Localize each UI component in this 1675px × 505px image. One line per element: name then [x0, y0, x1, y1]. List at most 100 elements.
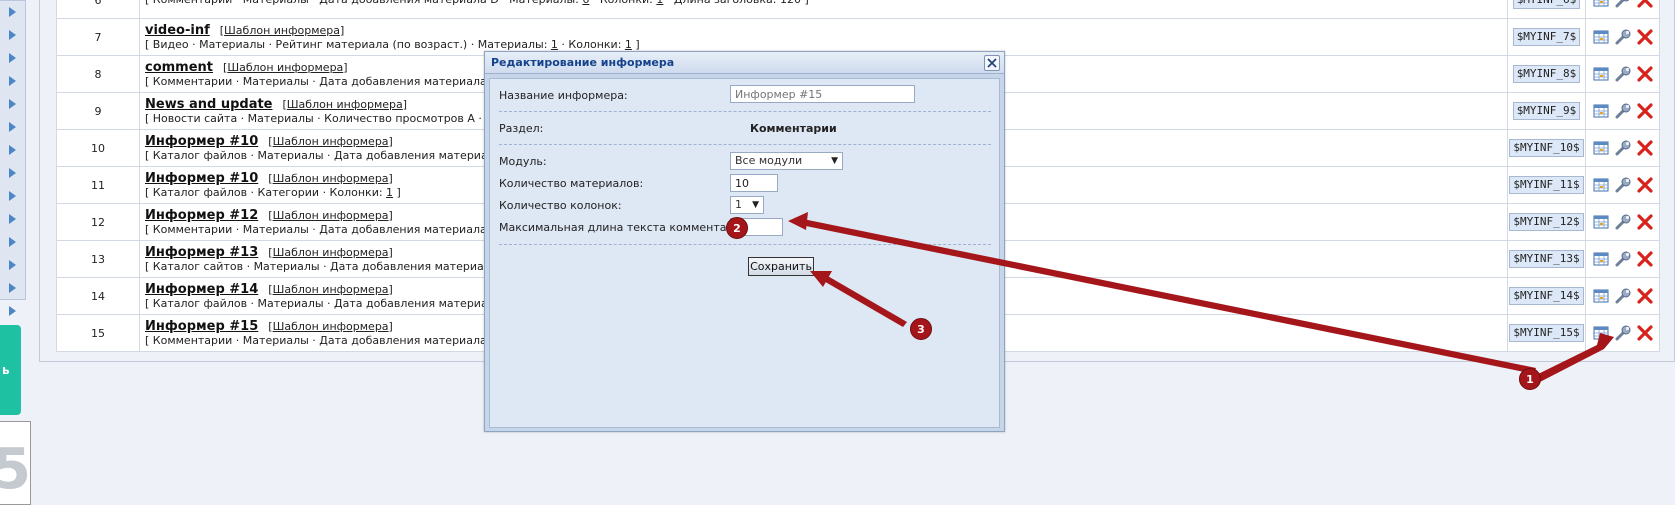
row-description-link[interactable]: 1	[625, 38, 632, 51]
table-icon[interactable]	[1592, 176, 1610, 194]
informer-code[interactable]: $MYINF_14$	[1509, 287, 1584, 305]
row-number: 11	[56, 166, 140, 204]
arrow-right-icon[interactable]	[9, 122, 16, 132]
arrow-right-icon[interactable]	[9, 76, 16, 86]
row-number: 15	[56, 314, 140, 352]
edit-informer-dialog: Редактирование информера Название информ…	[484, 51, 1005, 432]
template-link[interactable]: Шаблон информера	[273, 172, 389, 185]
arrow-right-icon[interactable]	[9, 99, 16, 109]
template-link[interactable]: Шаблон информера	[273, 283, 389, 296]
close-button[interactable]	[984, 55, 1000, 71]
row-number: 8	[56, 55, 140, 93]
informer-title-link[interactable]: video-inf	[145, 23, 210, 38]
table-icon[interactable]	[1592, 0, 1610, 9]
informer-title-link[interactable]: Информер #10	[145, 171, 258, 186]
row-actions	[1585, 92, 1660, 130]
arrow-right-icon[interactable]	[9, 306, 16, 316]
informer-title-link[interactable]: News and update	[145, 97, 273, 112]
informer-code[interactable]: $MYINF_15$	[1509, 324, 1584, 342]
row-description: [ Видео · Материалы · Рейтинг материала …	[145, 38, 1507, 52]
delete-icon[interactable]	[1636, 65, 1654, 83]
annotation-badge-1: 1	[1519, 368, 1541, 390]
template-link[interactable]: Шаблон информера	[273, 246, 389, 259]
informer-name-input[interactable]	[730, 85, 915, 103]
row-actions	[1585, 203, 1660, 241]
template-link[interactable]: Шаблон информера	[287, 98, 403, 111]
wrench-icon[interactable]	[1614, 213, 1632, 231]
module-label: Модуль:	[499, 155, 547, 168]
wrench-icon[interactable]	[1614, 250, 1632, 268]
informer-code[interactable]: $MYINF_8$	[1512, 65, 1581, 83]
table-icon[interactable]	[1592, 250, 1610, 268]
arrow-right-icon[interactable]	[9, 30, 16, 40]
row-description-text: [ Комментарии · Материалы · Дата добавле…	[145, 74, 539, 88]
annotation-badge-3: 3	[910, 318, 932, 340]
arrow-right-icon[interactable]	[9, 283, 16, 293]
row-actions	[1585, 277, 1660, 315]
arrow-right-icon[interactable]	[9, 53, 16, 63]
informer-title-link[interactable]: Информер #10	[145, 134, 258, 149]
wrench-icon[interactable]	[1614, 324, 1632, 342]
section-value: Комментарии	[750, 122, 837, 135]
table-icon[interactable]	[1592, 213, 1610, 231]
delete-icon[interactable]	[1636, 176, 1654, 194]
informer-code[interactable]: $MYINF_9$	[1512, 102, 1581, 120]
table-icon[interactable]	[1592, 65, 1610, 83]
delete-icon[interactable]	[1636, 250, 1654, 268]
wrench-icon[interactable]	[1614, 287, 1632, 305]
arrow-right-icon[interactable]	[9, 7, 16, 17]
row-description-text: ]	[631, 37, 640, 51]
wrench-icon[interactable]	[1614, 176, 1632, 194]
informer-title-link[interactable]: Информер #14	[145, 282, 258, 297]
row-actions	[1585, 0, 1660, 19]
material-count-input[interactable]	[730, 174, 778, 192]
informer-code[interactable]: $MYINF_11$	[1509, 176, 1584, 194]
delete-icon[interactable]	[1636, 213, 1654, 231]
save-button[interactable]: Сохранить	[748, 257, 814, 276]
wrench-icon[interactable]	[1614, 28, 1632, 46]
template-link[interactable]: Шаблон информера	[273, 209, 389, 222]
arrow-right-icon[interactable]	[9, 145, 16, 155]
delete-icon[interactable]	[1636, 28, 1654, 46]
module-select[interactable]: Все модули ▼	[730, 152, 843, 170]
row-actions	[1585, 129, 1660, 167]
delete-icon[interactable]	[1636, 287, 1654, 305]
template-link[interactable]: Шаблон информера	[273, 135, 389, 148]
row-description-link[interactable]: 1	[551, 38, 558, 51]
table-icon[interactable]	[1592, 324, 1610, 342]
informer-title-link[interactable]: Информер #12	[145, 208, 258, 223]
row-code-cell: $MYINF_13$	[1507, 240, 1586, 278]
template-link[interactable]: Шаблон информера	[273, 320, 389, 333]
delete-icon[interactable]	[1636, 139, 1654, 157]
informer-title-link[interactable]: Информер #15	[145, 319, 258, 334]
wrench-icon[interactable]	[1614, 139, 1632, 157]
informer-title-link[interactable]: Информер #13	[145, 245, 258, 260]
columns-select[interactable]: 1 ▼	[730, 196, 764, 214]
wrench-icon[interactable]	[1614, 65, 1632, 83]
table-icon[interactable]	[1592, 102, 1610, 120]
delete-icon[interactable]	[1636, 0, 1654, 9]
template-link[interactable]: Шаблон информера	[227, 61, 343, 74]
informer-title-link[interactable]: comment	[145, 60, 213, 75]
arrow-right-icon[interactable]	[9, 191, 16, 201]
informer-code[interactable]: $MYINF_7$	[1512, 28, 1581, 46]
left-green-button[interactable]: ь	[0, 325, 21, 415]
informer-code[interactable]: $MYINF_10$	[1509, 139, 1584, 157]
table-icon[interactable]	[1592, 287, 1610, 305]
arrow-right-icon[interactable]	[9, 214, 16, 224]
informer-code[interactable]: $MYINF_13$	[1509, 250, 1584, 268]
template-link[interactable]: Шаблон информера	[224, 24, 340, 37]
arrow-right-icon[interactable]	[9, 260, 16, 270]
row-description-link[interactable]: 1	[386, 186, 393, 199]
table-icon[interactable]	[1592, 28, 1610, 46]
delete-icon[interactable]	[1636, 102, 1654, 120]
wrench-icon[interactable]	[1614, 102, 1632, 120]
wrench-icon[interactable]	[1614, 0, 1632, 9]
arrow-right-icon[interactable]	[9, 237, 16, 247]
row-number: 13	[56, 240, 140, 278]
informer-code[interactable]: $MYINF_12$	[1509, 213, 1584, 231]
delete-icon[interactable]	[1636, 324, 1654, 342]
informer-code[interactable]: $MYINF_6$	[1512, 0, 1581, 9]
table-icon[interactable]	[1592, 139, 1610, 157]
arrow-right-icon[interactable]	[9, 168, 16, 178]
